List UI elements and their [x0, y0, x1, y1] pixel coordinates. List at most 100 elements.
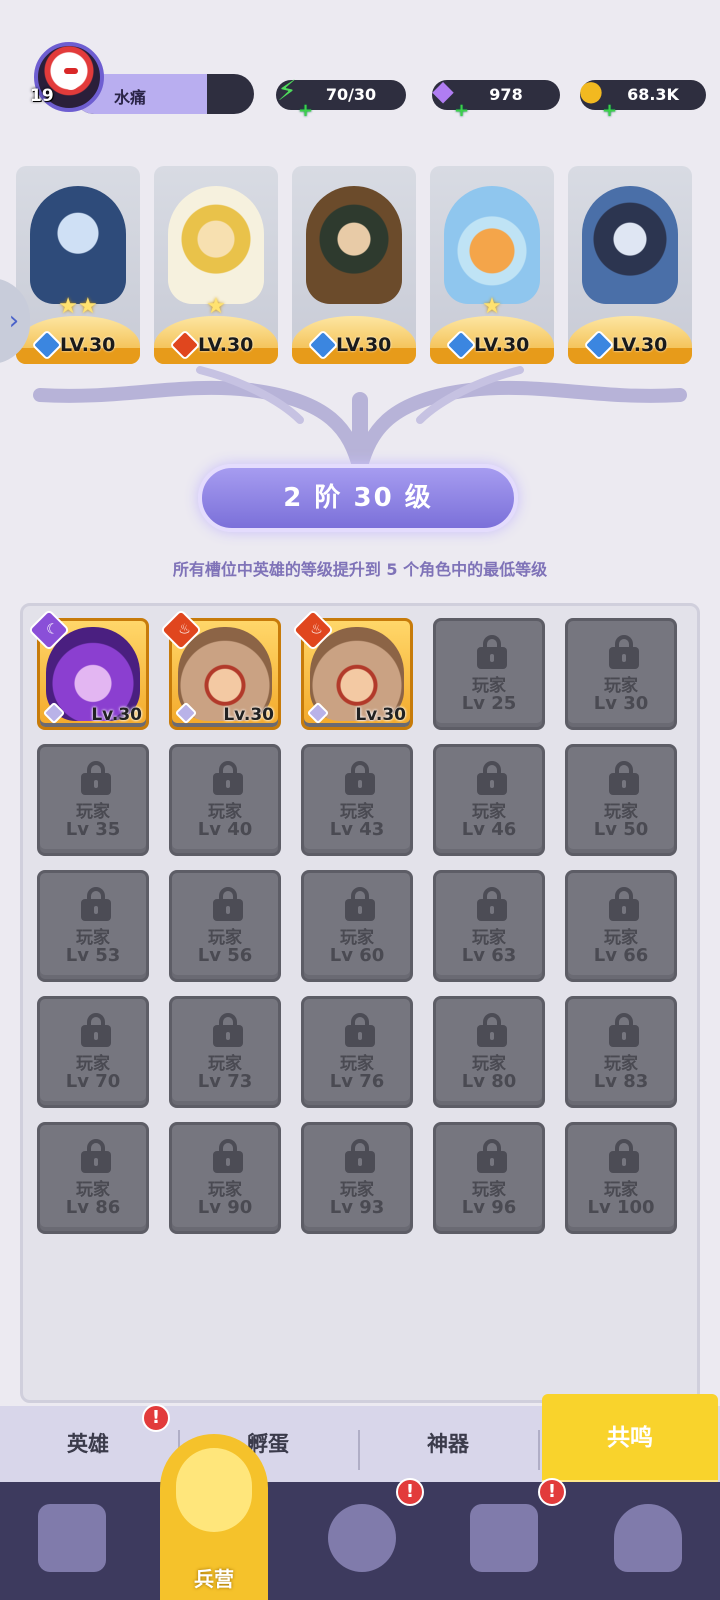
barracks-icon: [176, 1448, 252, 1532]
slot-unlock-level: Lv 60: [329, 945, 385, 966]
locked-slot[interactable]: 玩家 Lv 80: [433, 996, 545, 1108]
lock-icon: [345, 887, 375, 921]
alert-badge: !: [396, 1478, 424, 1506]
locked-slot[interactable]: 玩家 Lv 86: [37, 1122, 149, 1234]
alert-badge: !: [142, 1404, 170, 1432]
lock-icon: [609, 635, 639, 669]
tab-resonance-label: 共鸣: [607, 1425, 653, 1451]
hero-portrait: [444, 186, 540, 304]
slot-unlock-level: Lv 73: [197, 1071, 253, 1092]
lock-icon: [477, 1013, 507, 1047]
bottom-nav: 兵营 ! !: [0, 1434, 720, 1600]
energy-plus-icon[interactable]: +: [298, 96, 313, 126]
locked-slot[interactable]: 玩家 Lv 46: [433, 744, 545, 856]
slot-unlock-level: Lv 100: [587, 1197, 655, 1218]
cards-icon: [38, 1504, 106, 1572]
hero-slot-filled[interactable]: ♨ Lv.30: [159, 608, 281, 730]
slot-unlock-level: Lv 76: [329, 1071, 385, 1092]
locked-slot[interactable]: 玩家 Lv 25: [433, 618, 545, 730]
locked-slot[interactable]: 玩家 Lv 93: [301, 1122, 413, 1234]
gem-plus-icon[interactable]: +: [454, 96, 469, 126]
hero-portrait: [306, 186, 402, 304]
slot-unlock-level: Lv 25: [461, 693, 517, 714]
tab-divider: [538, 1430, 540, 1470]
slot-unlock-level: Lv 90: [197, 1197, 253, 1218]
lock-icon: [345, 1139, 375, 1173]
tab-artifacts-label: 神器: [427, 1432, 469, 1456]
energy-counter[interactable]: ⚡ + 70/30: [276, 76, 406, 121]
resonance-hero-strip: ★★ LV.30 ★ LV.30 LV.30 ★ LV.30 LV.30: [16, 166, 720, 366]
hero-portrait: [168, 186, 264, 304]
slot-level: Lv.30: [223, 705, 274, 725]
slot-level: Lv.30: [91, 705, 142, 725]
slot-level: Lv.30: [355, 705, 406, 725]
locked-slot[interactable]: 玩家 Lv 30: [565, 618, 677, 730]
avatar-face: [60, 60, 82, 90]
slot-unlock-level: Lv 96: [461, 1197, 517, 1218]
locked-slot[interactable]: 玩家 Lv 66: [565, 870, 677, 982]
resonance-rank-badge: 2 阶 30 级: [198, 464, 518, 532]
resonance-slot-grid: ☾ Lv.30 ♨ Lv.30 ♨ Lv.30 玩家 Lv 25 玩家 Lv 30 玩家 Lv 35 玩…: [20, 603, 700, 1403]
lock-icon: [345, 1013, 375, 1047]
resonance-tree-decoration: [33, 366, 687, 470]
locked-slot[interactable]: 玩家 Lv 73: [169, 996, 281, 1108]
lock-icon: [213, 1139, 243, 1173]
locked-slot[interactable]: 玩家 Lv 53: [37, 870, 149, 982]
nav-barracks[interactable]: 兵营: [160, 1434, 268, 1600]
gold-plus-icon[interactable]: +: [602, 96, 617, 126]
lock-icon: [609, 1139, 639, 1173]
locked-slot[interactable]: 玩家 Lv 40: [169, 744, 281, 856]
lock-icon: [477, 1139, 507, 1173]
tab-artifacts[interactable]: 神器: [360, 1406, 536, 1482]
locked-slot[interactable]: 玩家 Lv 100: [565, 1122, 677, 1234]
locked-slot[interactable]: 玩家 Lv 43: [301, 744, 413, 856]
locked-slot[interactable]: 玩家 Lv 83: [565, 996, 677, 1108]
top-bar: 水痛 19 ⚡ + 70/30 ◆ + 978 ● + 68.3K: [0, 0, 720, 130]
lock-icon: [213, 761, 243, 795]
nav-barracks-label: 兵营: [194, 1567, 234, 1591]
lock-icon: [609, 887, 639, 921]
map-icon: [328, 1504, 396, 1572]
lock-icon: [477, 887, 507, 921]
slot-unlock-level: Lv 83: [593, 1071, 649, 1092]
lock-icon: [213, 887, 243, 921]
gem-counter[interactable]: ◆ + 978: [432, 76, 560, 121]
nav-cards[interactable]: [0, 1482, 144, 1600]
mushroom-icon: [614, 1504, 682, 1572]
slot-unlock-level: Lv 53: [65, 945, 121, 966]
hero-slot-filled[interactable]: ♨ Lv.30: [291, 608, 413, 730]
sub-tab-bar: 英雄 ! 孵蛋 神器 共鸣: [0, 1394, 720, 1482]
locked-slot[interactable]: 玩家 Lv 60: [301, 870, 413, 982]
locked-slot[interactable]: 玩家 Lv 90: [169, 1122, 281, 1234]
lock-icon: [81, 1139, 111, 1173]
locked-slot[interactable]: 玩家 Lv 50: [565, 744, 677, 856]
lock-icon: [477, 635, 507, 669]
locked-slot[interactable]: 玩家 Lv 56: [169, 870, 281, 982]
lock-icon: [345, 761, 375, 795]
player-level: 19: [30, 86, 54, 106]
lock-icon: [213, 1013, 243, 1047]
hero-slot-filled[interactable]: ☾ Lv.30: [27, 608, 149, 730]
locked-slot[interactable]: 玩家 Lv 70: [37, 996, 149, 1108]
slot-unlock-level: Lv 56: [197, 945, 253, 966]
hero-level: LV.30: [60, 334, 116, 356]
temple-icon: [470, 1504, 538, 1572]
locked-slot[interactable]: 玩家 Lv 96: [433, 1122, 545, 1234]
top-hero-card[interactable]: LV.30: [292, 166, 416, 364]
nav-mushroom[interactable]: [576, 1482, 720, 1600]
top-hero-card[interactable]: ★★ LV.30: [16, 166, 140, 364]
top-hero-card[interactable]: ★ LV.30: [430, 166, 554, 364]
top-hero-card[interactable]: ★ LV.30: [154, 166, 278, 364]
slot-unlock-level: Lv 70: [65, 1071, 121, 1092]
lock-icon: [609, 761, 639, 795]
slot-unlock-level: Lv 35: [65, 819, 121, 840]
gold-counter[interactable]: ● + 68.3K: [579, 76, 706, 121]
lock-icon: [81, 1013, 111, 1047]
player-name: 水痛: [114, 88, 147, 107]
top-hero-card[interactable]: LV.30: [568, 166, 692, 364]
locked-slot[interactable]: 玩家 Lv 63: [433, 870, 545, 982]
slot-unlock-level: Lv 80: [461, 1071, 517, 1092]
tab-resonance[interactable]: 共鸣: [542, 1394, 718, 1482]
locked-slot[interactable]: 玩家 Lv 35: [37, 744, 149, 856]
locked-slot[interactable]: 玩家 Lv 76: [301, 996, 413, 1108]
